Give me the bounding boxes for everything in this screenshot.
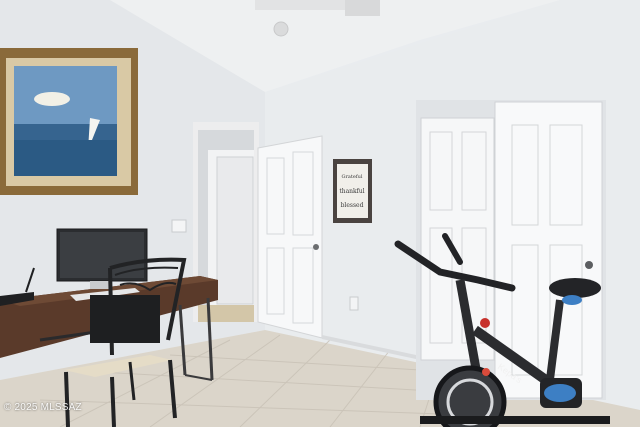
sign-line-1: Grateful xyxy=(341,174,362,180)
light-switch xyxy=(171,219,187,233)
sign-line-2: thankful xyxy=(339,188,364,195)
photo-watermark: © 2025 MLSSAZ xyxy=(4,402,82,413)
wall-outlet xyxy=(349,296,359,311)
sign-line-3: blessed xyxy=(341,202,364,209)
framed-sailboat-painting xyxy=(0,48,138,195)
open-panel-door xyxy=(257,135,323,339)
thankful-wall-sign: Grateful thankful blessed xyxy=(333,159,372,223)
room-photo: Grateful thankful blessed Kepa's xyxy=(0,0,640,427)
